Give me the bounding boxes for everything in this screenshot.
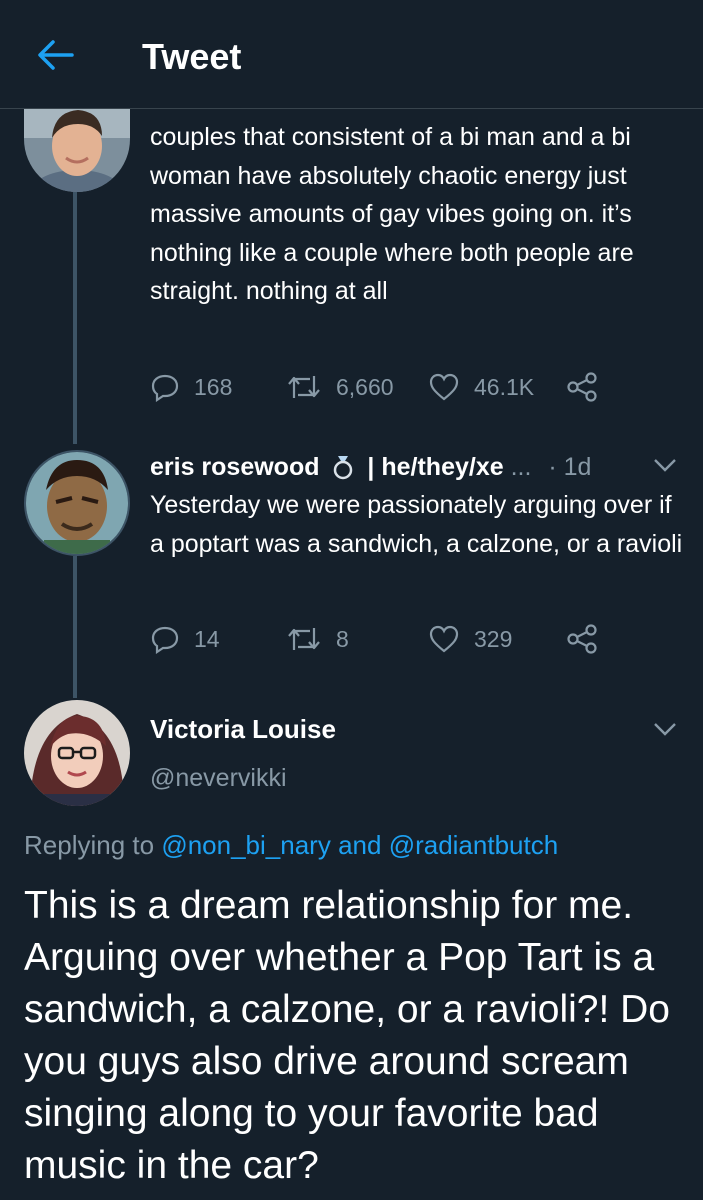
retweet-count: 8 — [336, 625, 349, 652]
mention-link[interactable]: @non_bi_nary — [161, 830, 331, 860]
user-name[interactable]: Victoria Louise — [150, 714, 336, 745]
retweet-count: 6,660 — [336, 373, 394, 400]
heart-icon — [429, 373, 459, 401]
user-handle[interactable]: @nevervikki — [150, 764, 287, 793]
page-title: Tweet — [142, 36, 242, 77]
replying-prefix: Replying to — [24, 830, 155, 860]
main-tweet-text: This is a dream relationship for me. Arg… — [24, 884, 670, 1187]
replying-to-line: Replying to @non_bi_nary and @radiantbut… — [24, 830, 558, 861]
name-truncation: ... — [510, 453, 532, 481]
ring-icon — [334, 456, 353, 480]
reply-icon — [151, 374, 179, 402]
back-arrow-icon[interactable] — [36, 38, 74, 72]
avatar[interactable] — [24, 700, 130, 806]
share-icon — [567, 372, 597, 402]
heart-icon — [429, 625, 459, 653]
chevron-down-icon[interactable] — [652, 720, 678, 738]
tweet-text: Yesterday we were passionately arguing o… — [150, 491, 683, 558]
tweet-actions: 14 8 329 — [150, 622, 670, 656]
mention-and[interactable]: and — [338, 830, 381, 860]
share-button[interactable] — [566, 370, 612, 404]
share-icon — [567, 624, 597, 654]
retweet-button[interactable]: 6,660 — [286, 370, 394, 404]
tweet-author-line: eris rosewood | he/they/xe ... · 1d — [150, 452, 591, 482]
tweet-actions: 168 6,660 46.1K — [150, 370, 670, 404]
share-button[interactable] — [566, 622, 612, 656]
user-name[interactable]: eris rosewood — [150, 453, 320, 481]
reply-icon — [151, 626, 179, 654]
like-button[interactable]: 46.1K — [428, 370, 534, 404]
avatar[interactable] — [24, 450, 130, 556]
thread-line — [73, 556, 77, 698]
reply-button[interactable]: 168 — [150, 370, 232, 404]
retweet-icon — [288, 628, 320, 650]
retweet-icon — [288, 376, 320, 398]
like-count: 46.1K — [474, 373, 535, 400]
like-count: 329 — [474, 625, 513, 652]
user-pronouns: | he/they/xe — [367, 453, 504, 481]
chevron-down-icon[interactable] — [652, 456, 678, 474]
reply-button[interactable]: 14 — [150, 622, 220, 656]
mention-link[interactable]: @radiantbutch — [389, 830, 559, 860]
reply-count: 14 — [194, 625, 220, 652]
retweet-button[interactable]: 8 — [286, 622, 349, 656]
tweet-time[interactable]: 1d — [564, 453, 592, 481]
thread-line — [73, 192, 77, 444]
meta-separator: · — [548, 453, 557, 481]
avatar[interactable] — [24, 108, 130, 192]
reply-count: 168 — [194, 373, 233, 400]
top-bar: Tweet — [0, 0, 703, 109]
like-button[interactable]: 329 — [428, 622, 512, 656]
tweet-text: couples that consistent of a bi man and … — [150, 123, 634, 305]
